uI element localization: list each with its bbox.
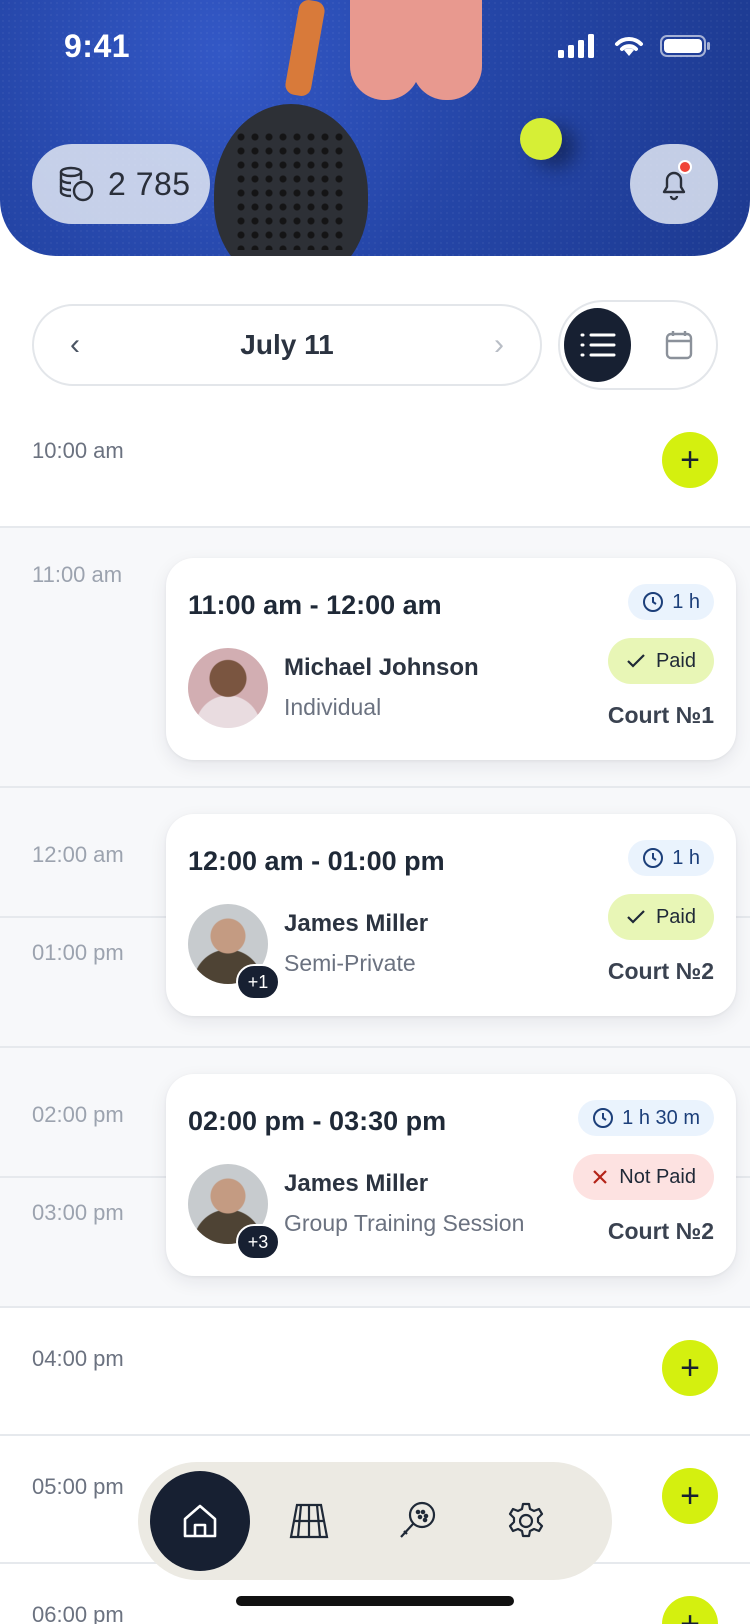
time-slot-label: 03:00 pm xyxy=(32,1200,124,1225)
view-toggle xyxy=(558,300,718,390)
time-slot-label: 01:00 pm xyxy=(32,940,124,965)
time-slot-label: 05:00 pm xyxy=(32,1474,124,1499)
extra-participants-badge: +3 xyxy=(236,1224,280,1260)
nav-courts[interactable] xyxy=(259,1471,359,1571)
coins-amount: 2 785 xyxy=(108,165,191,202)
time-slot-label: 12:00 am xyxy=(32,842,124,867)
status-time: 9:41 xyxy=(64,28,131,64)
notification-dot xyxy=(678,160,692,174)
clock-icon xyxy=(593,1108,614,1128)
booking-time: 12:00 am - 01:00 pm xyxy=(188,846,445,876)
payment-status-text: Paid xyxy=(655,649,696,672)
row-divider xyxy=(0,1306,750,1308)
status-icons xyxy=(558,34,712,58)
nav-settings[interactable] xyxy=(476,1471,576,1571)
list-view-button[interactable] xyxy=(564,308,631,382)
notifications-button[interactable] xyxy=(630,144,718,224)
time-slot-label: 11:00 am xyxy=(32,562,123,587)
home-icon xyxy=(183,1504,217,1538)
add-booking-button[interactable]: + xyxy=(662,432,718,488)
clock-icon xyxy=(643,848,664,868)
session-type: Individual xyxy=(284,694,382,720)
duration-badge: 1 h 30 m xyxy=(578,1100,714,1136)
duration-text: 1 h xyxy=(672,590,700,613)
racket-icon xyxy=(400,1501,436,1538)
home-indicator xyxy=(236,1596,514,1606)
time-slot-label: 02:00 pm xyxy=(32,1102,124,1127)
client-name: James Miller xyxy=(284,910,429,937)
duration-badge: 1 h xyxy=(628,840,714,876)
payment-status-text: Not Paid xyxy=(619,1165,696,1188)
row-divider xyxy=(0,1434,750,1436)
booking-card[interactable]: 12:00 am - 01:00 pm 1 h +1 James Miller … xyxy=(166,814,736,1016)
check-icon xyxy=(627,654,645,668)
signal-icon xyxy=(558,34,594,58)
date-navigator: ‹ July 11 › xyxy=(32,304,542,386)
check-icon xyxy=(627,910,645,924)
hero-banner: 9:41 2 785 xyxy=(0,0,750,256)
list-icon xyxy=(580,333,615,357)
tennis-ball-image xyxy=(520,118,562,160)
add-booking-button[interactable]: + xyxy=(662,1596,718,1624)
nav-trainings[interactable] xyxy=(367,1471,467,1571)
bottom-navigation xyxy=(138,1462,612,1580)
payment-status-badge: Paid xyxy=(607,638,714,684)
racket-holes-image xyxy=(234,130,346,250)
calendar-icon xyxy=(665,331,692,360)
clock-icon xyxy=(643,592,664,612)
extra-participants-badge: +1 xyxy=(236,964,280,1000)
duration-badge: 1 h xyxy=(628,584,714,620)
payment-status-badge: Paid xyxy=(607,894,714,940)
chevron-right-icon[interactable]: › xyxy=(494,328,504,362)
court-label: Court №2 xyxy=(607,958,714,984)
shoe-left-image xyxy=(350,0,420,100)
time-slot-label: 06:00 pm xyxy=(32,1602,124,1624)
court-icon xyxy=(289,1503,328,1539)
time-slot-label: 10:00 am xyxy=(32,438,124,463)
court-label: Court №2 xyxy=(607,1218,714,1244)
battery-icon xyxy=(660,35,710,57)
booking-card[interactable]: 02:00 pm - 03:30 pm 1 h 30 m +3 James Mi… xyxy=(166,1074,736,1276)
avatar xyxy=(188,648,268,728)
payment-status-text: Paid xyxy=(655,905,696,928)
duration-text: 1 h xyxy=(672,846,700,869)
booking-card[interactable]: 11:00 am - 12:00 am 1 h Michael Johnson … xyxy=(166,558,736,760)
duration-text: 1 h 30 m xyxy=(622,1106,700,1129)
payment-status-badge: Not Paid xyxy=(573,1154,714,1200)
time-slot-label: 04:00 pm xyxy=(32,1346,124,1371)
session-type: Group Training Session xyxy=(284,1210,525,1236)
current-date[interactable]: July 11 xyxy=(240,329,333,361)
chevron-left-icon[interactable]: ‹ xyxy=(70,328,80,362)
settings-icon xyxy=(508,1502,544,1538)
shoe-right-image xyxy=(412,0,482,100)
wifi-icon xyxy=(615,37,643,56)
add-booking-button[interactable]: + xyxy=(662,1468,718,1524)
session-type: Semi-Private xyxy=(284,950,416,976)
close-icon xyxy=(593,1170,608,1184)
coins-icon xyxy=(59,166,94,202)
calendar-view-button[interactable] xyxy=(645,308,712,382)
client-name: James Miller xyxy=(284,1170,429,1197)
nav-home[interactable] xyxy=(150,1471,250,1571)
booking-time: 02:00 pm - 03:30 pm xyxy=(188,1106,447,1136)
booking-time: 11:00 am - 12:00 am xyxy=(188,590,442,620)
court-label: Court №1 xyxy=(607,702,714,728)
client-name: Michael Johnson xyxy=(284,654,479,681)
add-booking-button[interactable]: + xyxy=(662,1340,718,1396)
coins-balance-button[interactable]: 2 785 xyxy=(32,144,210,224)
